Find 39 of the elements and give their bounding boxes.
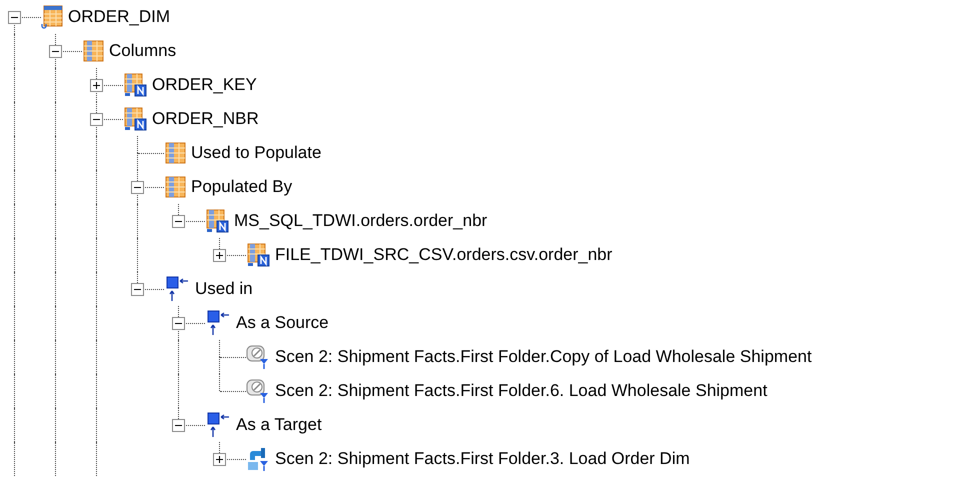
table-icon — [164, 175, 186, 199]
expand-toggle[interactable] — [90, 79, 103, 92]
expand-toggle[interactable] — [172, 215, 185, 228]
expand-toggle[interactable] — [49, 45, 62, 58]
arrows-icon — [205, 412, 231, 438]
table-icon — [164, 141, 186, 165]
faucet-icon — [246, 446, 270, 472]
tree-item-label[interactable]: ORDER_DIM — [68, 7, 170, 27]
tree-item-label[interactable]: FILE_TDWI_SRC_CSV.orders.csv.order_nbr — [275, 245, 612, 265]
tree-item-label[interactable]: Used to Populate — [191, 143, 322, 163]
expand-toggle[interactable] — [90, 113, 103, 126]
expand-toggle[interactable] — [8, 11, 21, 24]
tree-item-label[interactable]: Scen 2: Shipment Facts.First Folder.3. Load Order Dim — [275, 449, 690, 469]
column-icon — [123, 73, 147, 97]
tree-item-label[interactable]: ORDER_NBR — [152, 109, 259, 129]
tree-item-label[interactable]: Columns — [109, 41, 176, 61]
mapping-icon — [246, 378, 270, 404]
tree-item-label[interactable]: Populated By — [191, 177, 292, 197]
column-icon — [123, 107, 147, 131]
column-icon — [205, 209, 229, 233]
expand-toggle[interactable] — [213, 453, 226, 466]
mapping-icon — [246, 344, 270, 370]
tree-item-label[interactable]: Used in — [195, 279, 253, 299]
expand-toggle[interactable] — [131, 181, 144, 194]
expand-toggle[interactable] — [172, 317, 185, 330]
expand-toggle[interactable] — [213, 249, 226, 262]
expand-toggle[interactable] — [172, 419, 185, 432]
table-icon — [82, 39, 104, 63]
expand-toggle[interactable] — [131, 283, 144, 296]
tree-item-label[interactable]: Scen 2: Shipment Facts.First Folder.6. Load Wholesale Shipment — [275, 381, 768, 401]
arrows-icon — [205, 310, 231, 336]
arrows-icon — [164, 276, 190, 302]
tree-item-label[interactable]: As a Target — [236, 415, 322, 435]
table-icon — [41, 5, 63, 29]
tree-item-label[interactable]: MS_SQL_TDWI.orders.order_nbr — [234, 211, 488, 231]
tree-item-label[interactable]: As a Source — [236, 313, 329, 333]
tree-item-label[interactable]: Scen 2: Shipment Facts.First Folder.Copy of Load Wholesale Shipment — [275, 347, 812, 367]
tree-item-label[interactable]: ORDER_KEY — [152, 75, 257, 95]
column-icon — [246, 243, 270, 267]
